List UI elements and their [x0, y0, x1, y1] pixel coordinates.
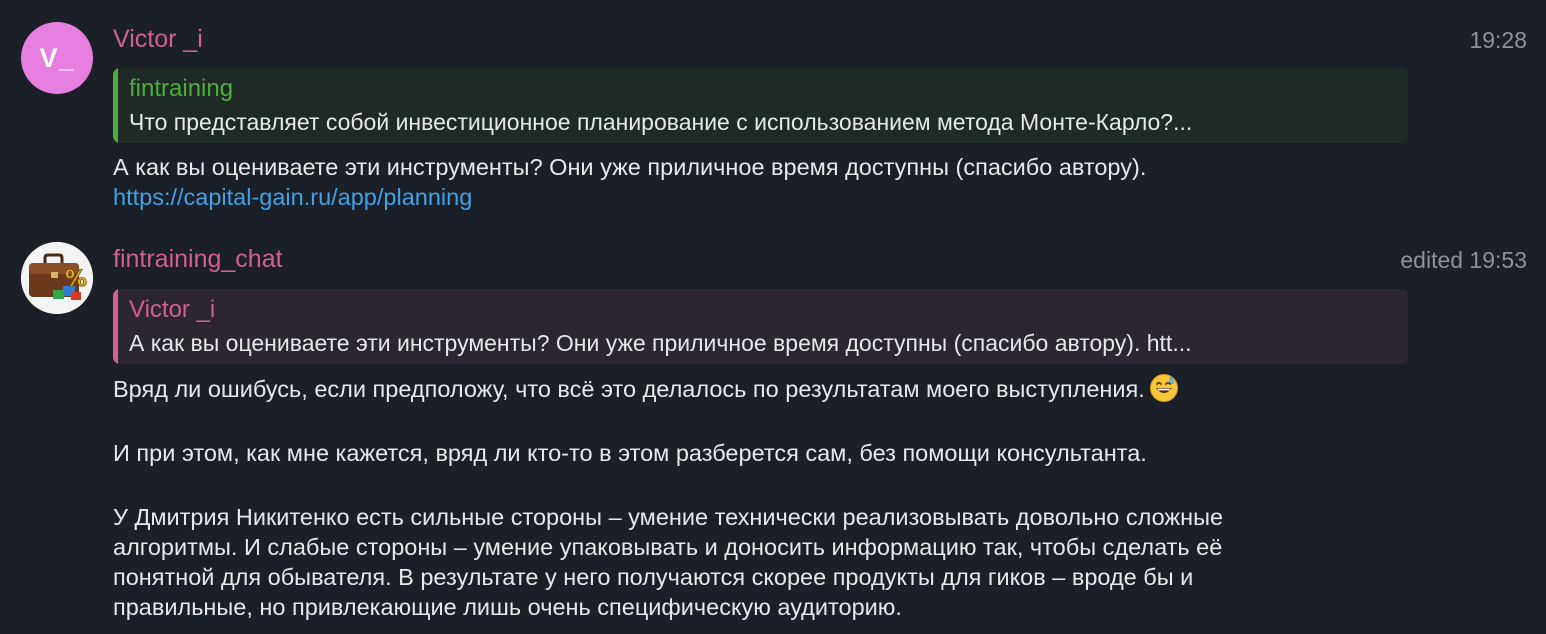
message-time: 19:28 — [1469, 27, 1527, 53]
avatar[interactable]: % — [21, 242, 93, 314]
message: V_ Victor _i 19:28 fintraining Что предс… — [0, 0, 1546, 230]
reply-author: fintraining — [129, 75, 234, 102]
reply-quote[interactable]: fintraining Что представляет собой инвес… — [113, 68, 1408, 143]
reply-accent-bar — [113, 68, 118, 143]
briefcase-percent-icon: % — [21, 242, 93, 314]
message-link[interactable]: https://capital-gain.ru/app/planning — [113, 184, 472, 210]
message-paragraph: У Дмитрия Никитенко есть сильные стороны… — [113, 504, 1224, 620]
message-time: edited 19:53 — [1400, 247, 1527, 273]
message-text: Вряд ли ошибусь, если предположу, что вс… — [113, 373, 1513, 634]
message-paragraph: Вряд ли ошибусь, если предположу, что вс… — [113, 373, 1513, 404]
message-text: А как вы оцениваете эти инструменты? Они… — [113, 152, 1513, 212]
svg-text:%: % — [65, 267, 87, 292]
avatar[interactable]: V_ — [21, 22, 93, 94]
message: % fintraining_chat edited 19:53 Victor _… — [0, 236, 1546, 634]
paragraph-text: Вряд ли ошибусь, если предположу, что вс… — [113, 376, 1145, 402]
sender-name[interactable]: fintraining_chat — [113, 244, 283, 274]
avatar-initials: V_ — [39, 42, 75, 73]
reply-author: Victor _i — [129, 296, 216, 323]
reply-text: А как вы оцениваете эти инструменты? Они… — [129, 330, 1192, 356]
message-paragraph: А как вы оцениваете эти инструменты? Они… — [113, 154, 1147, 180]
reply-text: Что представляет собой инвестиционное пл… — [129, 109, 1193, 135]
message-paragraph: И при этом, как мне кажется, вряд ли кто… — [113, 440, 1147, 466]
reply-quote[interactable]: Victor _i А как вы оцениваете эти инстру… — [113, 289, 1408, 364]
reply-accent-bar — [113, 289, 118, 364]
grinning-sweat-emoji-icon — [1149, 374, 1178, 402]
sender-name[interactable]: Victor _i — [113, 24, 203, 54]
